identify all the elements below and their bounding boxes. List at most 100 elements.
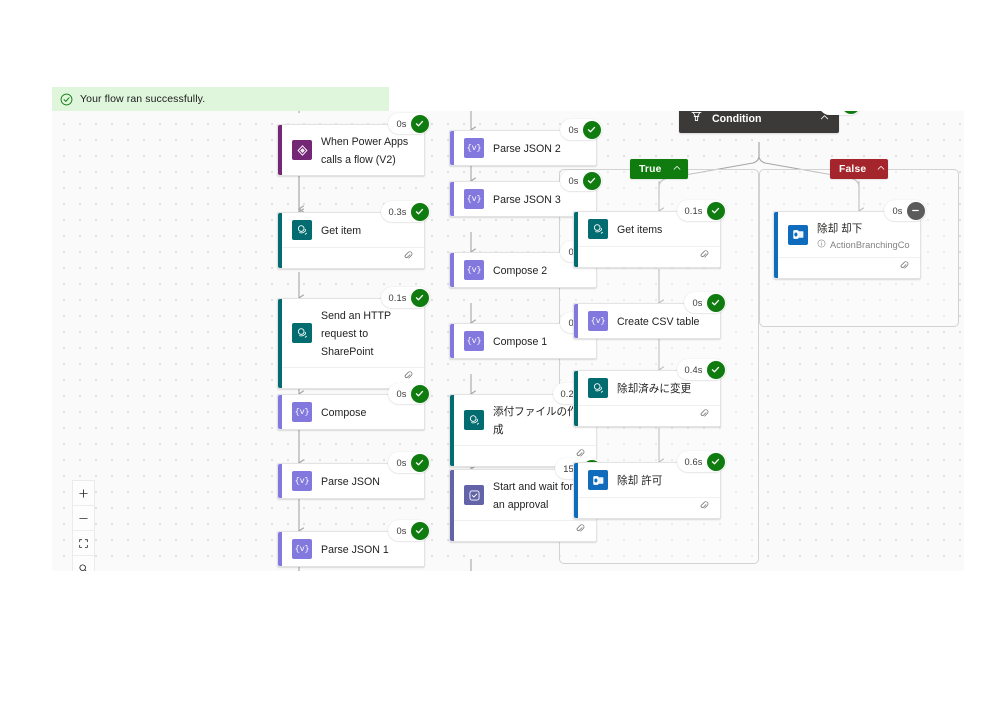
connector-color-bar bbox=[574, 463, 578, 518]
action-status-badge: 0s bbox=[560, 170, 602, 191]
action-duration: 0s bbox=[568, 124, 579, 135]
connector-color-bar bbox=[450, 131, 454, 165]
connector-color-bar bbox=[450, 395, 454, 466]
link-icon[interactable] bbox=[899, 259, 911, 277]
flow-action-node[interactable]: 除却済みに変更 0.4s bbox=[573, 359, 726, 427]
action-status-badge: 0s bbox=[388, 113, 430, 134]
link-icon[interactable] bbox=[575, 522, 587, 540]
action-duration: 0s bbox=[396, 457, 407, 468]
action-title: Start and wait for an approval bbox=[493, 481, 574, 511]
flow-action-node[interactable]: 除却 却下 ActionBranchingCondition... 0s bbox=[773, 200, 926, 279]
zoom-out-button[interactable] bbox=[73, 506, 94, 531]
flow-action-node[interactable]: {v} Compose 0s bbox=[277, 383, 430, 430]
flow-action-node[interactable]: {v} Create CSV table 0s bbox=[573, 292, 726, 339]
connector-color-bar bbox=[574, 371, 578, 426]
action-title: When Power Apps calls a flow (V2) bbox=[321, 136, 409, 166]
action-status-badge: 0.3s bbox=[380, 201, 430, 222]
action-title: Parse JSON 1 bbox=[321, 544, 389, 556]
link-icon[interactable] bbox=[699, 407, 711, 425]
action-title: Get item bbox=[321, 225, 362, 237]
connector-color-bar bbox=[278, 395, 282, 429]
connector-color-bar bbox=[278, 213, 282, 268]
action-title: Compose bbox=[321, 407, 367, 419]
flow-action-node[interactable]: {v} Parse JSON 2 0s bbox=[449, 119, 602, 166]
flow-action-node[interactable]: Get item 0.3s bbox=[277, 201, 430, 269]
action-duration: 0s bbox=[396, 388, 407, 399]
parse-json-icon: {v} bbox=[464, 189, 484, 209]
canvas-zoom-controls[interactable] bbox=[72, 480, 95, 571]
condition-icon bbox=[690, 111, 703, 128]
false-branch-pill[interactable]: False bbox=[830, 159, 888, 179]
sharepoint-icon bbox=[292, 220, 312, 240]
link-icon[interactable] bbox=[699, 499, 711, 517]
action-title: Compose 1 bbox=[493, 336, 548, 348]
parse-json-icon: {v} bbox=[292, 471, 312, 491]
link-icon[interactable] bbox=[403, 249, 415, 267]
action-duration: 0s bbox=[892, 205, 903, 216]
connector-color-bar bbox=[450, 324, 454, 358]
success-check-icon bbox=[582, 171, 601, 190]
action-title: 添付ファイルの作成 bbox=[493, 406, 578, 436]
flow-action-node[interactable]: Send an HTTP request to SharePoint 0.1s bbox=[277, 287, 430, 389]
connector-color-bar bbox=[450, 253, 454, 287]
flow-action-node[interactable]: 除却 許可 0.6s bbox=[573, 451, 726, 519]
connector-color-bar bbox=[278, 299, 282, 388]
zoom-in-button[interactable] bbox=[73, 481, 94, 506]
flow-action-node[interactable]: When Power Apps calls a flow (V2) 0s bbox=[277, 113, 430, 176]
success-check-icon bbox=[410, 288, 429, 307]
action-title: 除却済みに変更 bbox=[617, 383, 692, 395]
condition-title: Condition bbox=[712, 113, 762, 125]
action-status-badge: 0s bbox=[388, 383, 430, 404]
outlook-icon bbox=[788, 224, 808, 245]
success-check-icon bbox=[410, 202, 429, 221]
flow-action-node[interactable]: {v} Parse JSON 0s bbox=[277, 452, 430, 499]
action-duration: 0s bbox=[396, 525, 407, 536]
flow-action-node[interactable]: Get items 0.1s bbox=[573, 200, 726, 268]
action-footer bbox=[278, 247, 424, 268]
connector-color-bar bbox=[278, 125, 282, 175]
connector-color-bar bbox=[450, 182, 454, 216]
compose-icon: {v} bbox=[464, 260, 484, 280]
chevron-up-icon[interactable] bbox=[672, 160, 682, 178]
action-duration: 0.4s bbox=[684, 364, 703, 375]
action-footer bbox=[574, 497, 720, 518]
link-icon[interactable] bbox=[699, 248, 711, 266]
sharepoint-icon bbox=[588, 219, 608, 239]
true-branch-label: True bbox=[639, 163, 662, 175]
action-status-badge: 0s bbox=[388, 452, 430, 473]
skipped-dash-icon bbox=[906, 201, 925, 220]
action-title: Parse JSON bbox=[321, 476, 380, 488]
connector-color-bar bbox=[774, 212, 778, 278]
action-status-badge: 0s bbox=[884, 200, 926, 221]
success-check-icon bbox=[410, 384, 429, 403]
action-title: 除却 却下 bbox=[817, 223, 863, 235]
true-branch-pill[interactable]: True bbox=[630, 159, 688, 179]
connector-color-bar bbox=[574, 304, 578, 338]
flow-designer-canvas[interactable]: Condition 1s True bbox=[52, 111, 964, 571]
flow-action-node[interactable]: {v} Parse JSON 1 0s bbox=[277, 520, 430, 567]
chevron-up-icon[interactable] bbox=[876, 160, 886, 178]
success-check-icon bbox=[410, 453, 429, 472]
parse-json-icon: {v} bbox=[464, 138, 484, 158]
fit-to-screen-button[interactable] bbox=[73, 531, 94, 556]
action-title: Get items bbox=[617, 224, 663, 236]
action-footer bbox=[574, 246, 720, 267]
sharepoint-icon bbox=[588, 378, 608, 398]
action-duration: 0.6s bbox=[684, 456, 703, 467]
success-check-icon bbox=[706, 452, 725, 471]
sharepoint-icon bbox=[292, 323, 312, 343]
search-button[interactable] bbox=[73, 556, 94, 571]
connector-color-bar bbox=[574, 212, 578, 267]
action-footer bbox=[450, 520, 596, 541]
create-csv-icon: {v} bbox=[588, 311, 608, 331]
action-subtitle-text: ActionBranchingCondition... bbox=[830, 239, 910, 250]
action-status-badge: 0.1s bbox=[676, 200, 726, 221]
success-check-icon bbox=[582, 120, 601, 139]
action-duration: 0s bbox=[396, 118, 407, 129]
action-title: Parse JSON 3 bbox=[493, 194, 561, 206]
condition-node[interactable]: Condition 1s bbox=[679, 111, 861, 133]
action-status-badge: 0.6s bbox=[676, 451, 726, 472]
action-footer bbox=[774, 257, 920, 278]
action-duration: 0.1s bbox=[684, 205, 703, 216]
action-status-badge: 0s bbox=[560, 119, 602, 140]
